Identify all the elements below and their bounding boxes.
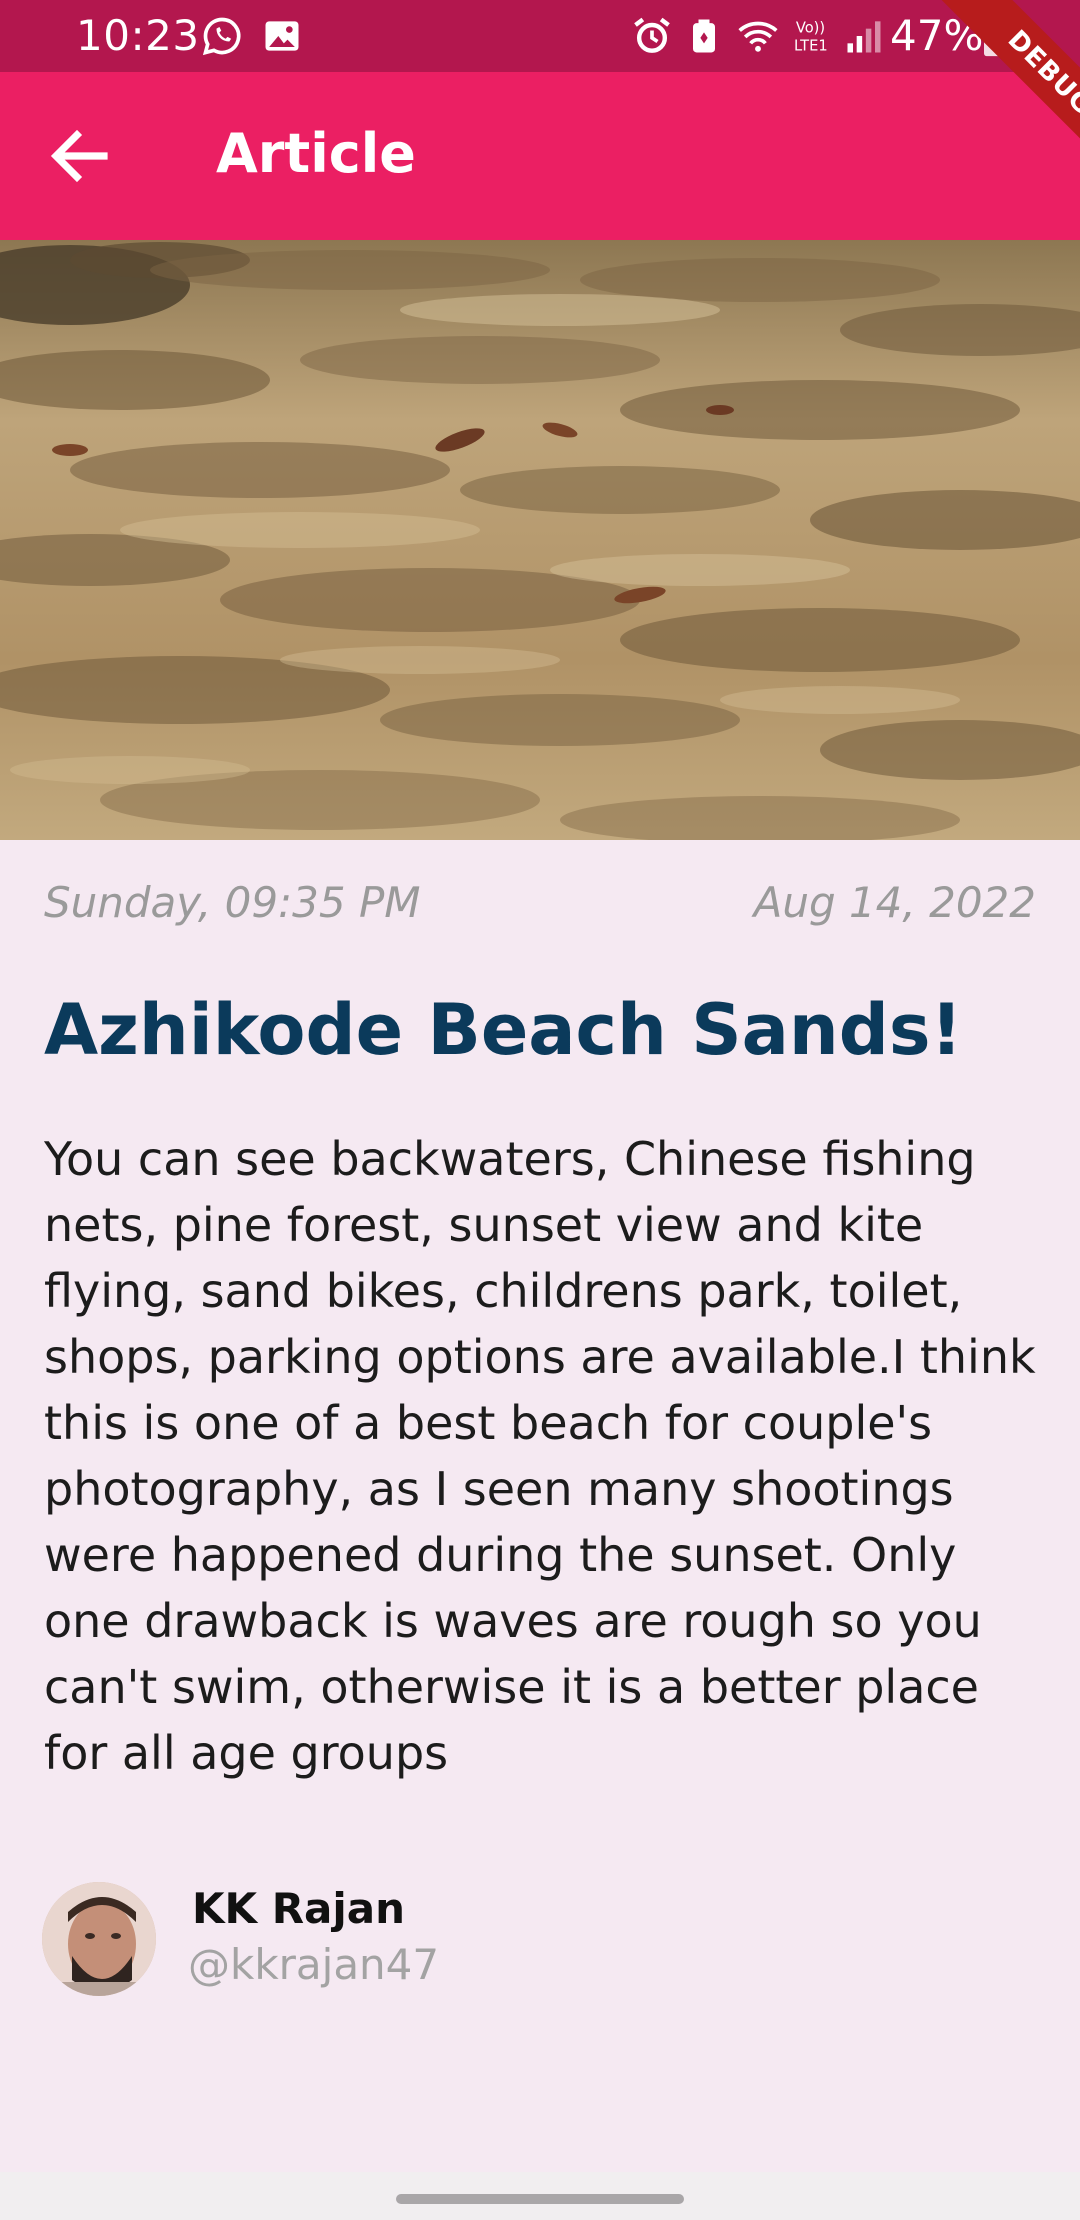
status-time: 10:23 [76,11,200,60]
author-handle: @kkrajan47 [188,1940,440,1989]
article-day-time: Sunday, 09:35 PM [44,878,421,927]
status-bar: 10:23 Vo)) LTE1 47% [0,0,1080,72]
home-indicator[interactable] [396,2194,684,2204]
author-name: KK Rajan [192,1884,406,1933]
article-image [0,240,1080,840]
navigation-bar [0,2172,1080,2220]
svg-text:Vo)): Vo)) [796,19,825,36]
page-title: Article [216,122,416,185]
svg-text:LTE1: LTE1 [794,38,828,55]
wifi-icon [738,21,778,52]
gallery-icon [265,21,299,51]
alarm-icon [634,17,670,53]
whatsapp-icon [202,17,241,56]
app-bar: Article [0,72,1080,240]
article-title: Azhikode Beach Sands! [44,989,963,1071]
article-body: You can see backwaters, Chinese fishing … [44,1132,1036,1780]
author-avatar[interactable] [42,1882,156,1996]
volte-icon: Vo)) LTE1 [794,19,828,55]
back-arrow-icon[interactable] [44,120,116,192]
article-date: Aug 14, 2022 [753,878,1036,927]
signal-icon [847,21,881,53]
security-icon [693,19,715,53]
